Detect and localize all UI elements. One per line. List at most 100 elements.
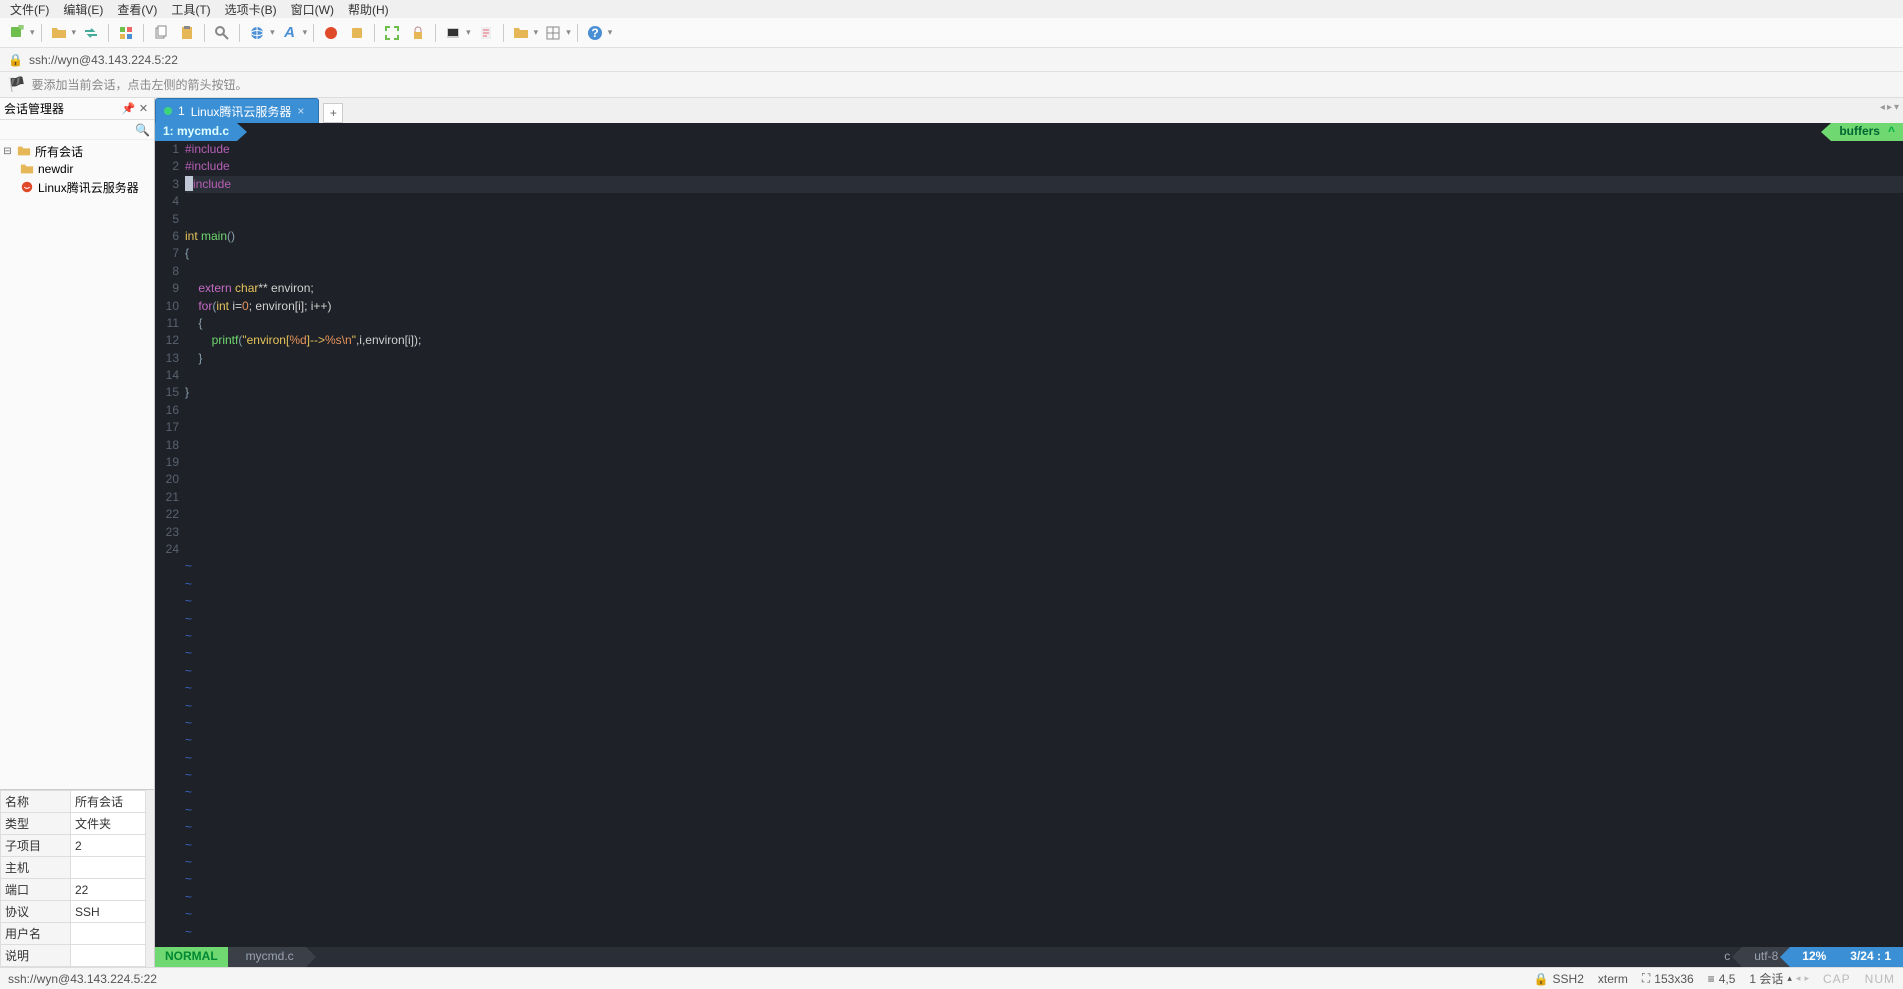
prop-desc-k: 说明 — [1, 945, 71, 967]
prop-user-v — [71, 923, 146, 945]
open-folder-button[interactable] — [48, 22, 70, 44]
script-button[interactable] — [475, 22, 497, 44]
menu-view[interactable]: 查看(V) — [111, 1, 163, 18]
main-area: 会话管理器 📌 ✕ 🔍 ⊟ 所有会话 newdir Linux腾讯云服务器 — [0, 98, 1903, 967]
tab-prev-icon[interactable]: ◂ — [1880, 102, 1885, 113]
prop-name-v: 所有会话 — [71, 791, 146, 813]
tab-menu-icon[interactable]: ▾ — [1894, 102, 1899, 113]
address-text[interactable]: ssh://wyn@43.143.224.5:22 — [29, 53, 178, 67]
dropdown-icon[interactable]: ▾ — [30, 27, 35, 38]
status-termtype: xterm — [1598, 972, 1628, 986]
editor-column: 1 Linux腾讯云服务器 × + ◂ ▸ ▾ 1: mycmd.c buffe… — [155, 98, 1903, 967]
dropdown-icon[interactable]: ▾ — [270, 27, 275, 38]
session-tree: ⊟ 所有会话 newdir Linux腾讯云服务器 — [0, 140, 154, 789]
prop-port-k: 端口 — [1, 879, 71, 901]
tabstrip: 1 Linux腾讯云服务器 × + ◂ ▸ ▾ — [155, 98, 1903, 123]
code-content[interactable]: #include #include include int main(){ ex… — [185, 141, 1903, 947]
globe-button[interactable] — [246, 22, 268, 44]
menu-window[interactable]: 窗口(W) — [285, 1, 340, 18]
tab-linuxserver[interactable]: 1 Linux腾讯云服务器 × — [155, 98, 319, 123]
prop-scrollbar[interactable] — [146, 790, 154, 967]
tree-root[interactable]: ⊟ 所有会话 — [0, 142, 154, 160]
dropdown-icon[interactable]: ▾ — [608, 27, 613, 38]
font-button[interactable]: A — [279, 22, 301, 44]
tab-label: Linux腾讯云服务器 — [191, 103, 292, 120]
prop-desc-v — [71, 945, 146, 967]
terminal-button[interactable] — [442, 22, 464, 44]
prop-children-k: 子项目 — [1, 835, 71, 857]
status-cursor: ≡4,5 — [1708, 972, 1736, 986]
prop-proto-v: SSH — [71, 901, 146, 923]
layout-button[interactable] — [542, 22, 564, 44]
prop-type-k: 类型 — [1, 813, 71, 835]
chevron-left-icon: ◂ — [1796, 973, 1801, 984]
chevron-right-icon: ▸ — [1804, 973, 1809, 984]
resize-icon: ⛶ — [1642, 971, 1650, 986]
sidebar: 会话管理器 📌 ✕ 🔍 ⊟ 所有会话 newdir Linux腾讯云服务器 — [0, 98, 155, 967]
status-num: NUM — [1865, 972, 1895, 986]
tree-item-label: newdir — [38, 162, 73, 176]
menu-help[interactable]: 帮助(H) — [342, 1, 395, 18]
tree-item-label: Linux腾讯云服务器 — [38, 179, 139, 196]
vim-filename: mycmd.c — [228, 947, 306, 967]
tree-root-label: 所有会话 — [35, 143, 83, 160]
dropdown-icon[interactable]: ▾ — [534, 27, 539, 38]
prop-children-v: 2 — [71, 835, 146, 857]
copy-button[interactable] — [150, 22, 172, 44]
new-tab-button[interactable]: + — [323, 103, 343, 123]
caret-icon: ^ — [1888, 123, 1895, 140]
pin-icon[interactable]: 📌 — [122, 102, 135, 115]
menu-file[interactable]: 文件(F) — [4, 1, 55, 18]
menu-edit[interactable]: 编辑(E) — [57, 1, 109, 18]
session-icon — [20, 180, 34, 194]
stop-button[interactable] — [346, 22, 368, 44]
paste-button[interactable] — [176, 22, 198, 44]
menubar: 文件(F) 编辑(E) 查看(V) 工具(T) 选项卡(B) 窗口(W) 帮助(… — [0, 0, 1903, 18]
record-button[interactable] — [320, 22, 342, 44]
hint-text: 要添加当前会话，点击左侧的箭头按钮。 — [31, 76, 247, 93]
dropdown-icon[interactable]: ▾ — [566, 27, 571, 38]
menu-tools[interactable]: 工具(T) — [165, 1, 216, 18]
buffer-current: 1: mycmd.c — [155, 123, 237, 141]
close-icon[interactable]: ✕ — [137, 102, 150, 115]
tab-number: 1 — [178, 104, 185, 118]
app-statusbar: ssh://wyn@43.143.224.5:22 🔒SSH2 xterm ⛶1… — [0, 967, 1903, 989]
collapse-icon[interactable]: ⊟ — [2, 146, 13, 157]
vim-position: 3/24 : 1 — [1838, 947, 1903, 967]
property-grid: 名称所有会话 类型文件夹 子项目2 主机 端口22 协议SSH 用户名 说明 — [0, 789, 154, 967]
tab-next-icon[interactable]: ▸ — [1887, 102, 1892, 113]
status-dot-icon — [164, 107, 172, 115]
toolbar: ▾ ▾ ▾ A▾ ▾ ▾ ▾ ?▾ — [0, 18, 1903, 48]
hint-bar: 🏴 要添加当前会话，点击左侧的箭头按钮。 — [0, 72, 1903, 98]
vim-bufferline: 1: mycmd.c buffers^ — [155, 123, 1903, 141]
dropdown-icon[interactable]: ▾ — [466, 27, 471, 38]
add-session-icon[interactable]: 🏴 — [8, 76, 25, 93]
terminal[interactable]: 1: mycmd.c buffers^ 12345678910111213141… — [155, 123, 1903, 967]
chevron-up-icon: ▴ — [1787, 973, 1792, 984]
svg-text:?: ? — [591, 26, 598, 40]
status-sessions[interactable]: 1 会话 ▴ ◂ ▸ — [1749, 970, 1809, 987]
fullscreen-button[interactable] — [381, 22, 403, 44]
tree-item-newdir[interactable]: newdir — [0, 160, 154, 178]
dropdown-icon[interactable]: ▾ — [72, 27, 77, 38]
prop-host-v — [71, 857, 146, 879]
folder2-button[interactable] — [510, 22, 532, 44]
vim-statusline: NORMAL mycmd.c c utf-8 12% 3/24 : 1 — [155, 947, 1903, 967]
lock-button[interactable] — [407, 22, 429, 44]
prop-user-k: 用户名 — [1, 923, 71, 945]
dropdown-icon[interactable]: ▾ — [303, 27, 308, 38]
sidebar-search[interactable]: 🔍 — [0, 120, 154, 140]
menu-tabs[interactable]: 选项卡(B) — [219, 1, 283, 18]
sidebar-title: 会话管理器 — [4, 100, 64, 117]
search-button[interactable] — [211, 22, 233, 44]
transfer-button[interactable] — [80, 22, 102, 44]
tab-close-icon[interactable]: × — [297, 104, 304, 118]
tree-item-linuxserver[interactable]: Linux腾讯云服务器 — [0, 178, 154, 196]
status-ssh: 🔒SSH2 — [1534, 972, 1584, 986]
new-session-button[interactable] — [6, 22, 28, 44]
lock-icon: 🔒 — [8, 53, 23, 67]
help-button[interactable]: ? — [584, 22, 606, 44]
vim-mode: NORMAL — [155, 947, 228, 967]
address-bar: 🔒 ssh://wyn@43.143.224.5:22 — [0, 48, 1903, 72]
reconnect-button[interactable] — [115, 22, 137, 44]
